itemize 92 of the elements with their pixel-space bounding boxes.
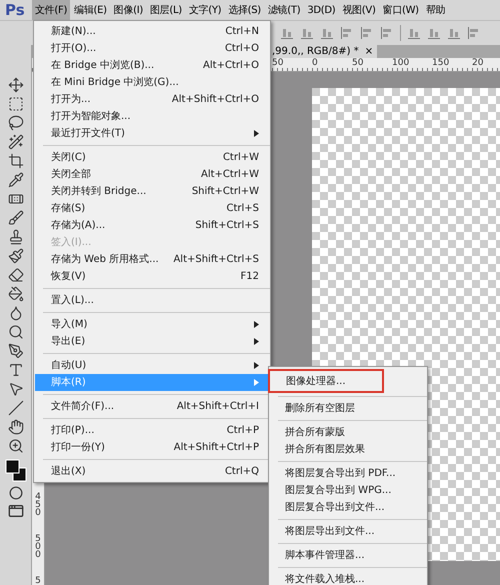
menu-item[interactable]: 在 Mini Bridge 中浏览(G)... bbox=[35, 74, 269, 91]
align-icon[interactable] bbox=[280, 26, 294, 40]
submenu-arrow-icon bbox=[254, 321, 259, 328]
pen-icon[interactable] bbox=[8, 343, 24, 359]
ruler-label: 5 bbox=[35, 577, 41, 585]
menu-title[interactable]: 图像(I) bbox=[110, 0, 146, 20]
align-icon[interactable] bbox=[360, 26, 374, 40]
menu-title[interactable]: 视图(V) bbox=[339, 0, 379, 20]
menu-item[interactable]: 文件简介(F)... Alt+Shift+Ctrl+I bbox=[35, 398, 269, 415]
menu-item[interactable]: 置入(L)... bbox=[35, 292, 269, 309]
close-button[interactable]: × bbox=[364, 44, 374, 59]
align-icon[interactable] bbox=[407, 26, 421, 40]
menu-title[interactable]: 选择(S) bbox=[225, 0, 264, 20]
menu-title[interactable]: 文件(F) bbox=[32, 0, 70, 20]
align-icon[interactable] bbox=[467, 26, 481, 40]
align-icon[interactable] bbox=[300, 26, 314, 40]
menu-item[interactable]: 打印一份(Y) Alt+Shift+Ctrl+P bbox=[35, 439, 269, 456]
dashed-square-icon[interactable] bbox=[8, 96, 24, 112]
ruler-label: 50 bbox=[272, 58, 284, 70]
menu-item[interactable]: 存储为 Web 所用格式... Alt+Shift+Ctrl+S bbox=[35, 251, 269, 268]
menu-item[interactable]: 图像处理器... bbox=[268, 369, 384, 393]
menu-item[interactable]: 自动(U) bbox=[35, 357, 269, 374]
submenu-arrow-icon bbox=[254, 379, 259, 386]
submenu-arrow-icon bbox=[254, 362, 259, 369]
menu-item[interactable]: 导出(E) bbox=[35, 333, 269, 350]
menu-item[interactable]: 打印(P)... Ctrl+P bbox=[35, 422, 269, 439]
ruler-label: 0 bbox=[312, 58, 319, 70]
menu-item[interactable]: 打开为... Alt+Shift+Ctrl+O bbox=[35, 91, 269, 108]
menu-item[interactable]: 关闭并转到 Bridge... Shift+Ctrl+W bbox=[35, 183, 269, 200]
document-title: ,99.0,, RGB/8#) * bbox=[272, 45, 359, 58]
brush-icon[interactable] bbox=[8, 210, 24, 226]
menu-item[interactable]: 在 Bridge 中浏览(B)... Alt+Ctrl+O bbox=[35, 57, 269, 74]
submenu-arrow-icon bbox=[254, 338, 259, 345]
type-icon[interactable] bbox=[8, 362, 24, 378]
menu-title[interactable]: 帮助 bbox=[422, 0, 448, 20]
ruler-label: 20 bbox=[472, 58, 484, 70]
menu-item[interactable]: 脚本事件管理器... bbox=[269, 547, 427, 564]
crop-icon[interactable] bbox=[8, 153, 24, 169]
menu-item[interactable]: 导入(M) bbox=[35, 316, 269, 333]
app-logo[interactable]: Ps bbox=[5, 0, 31, 22]
pointer-icon[interactable] bbox=[8, 381, 24, 397]
menu-item[interactable]: 关闭全部 Alt+Ctrl+W bbox=[35, 166, 269, 183]
menu-item[interactable]: 恢复(V) F12 bbox=[35, 268, 269, 285]
menu-title[interactable]: 文字(Y) bbox=[186, 0, 224, 20]
menu-title[interactable]: 图层(L) bbox=[146, 0, 185, 20]
ruler-label: 100 bbox=[392, 58, 410, 70]
menu-item[interactable]: 将图层复合导出到 PDF... bbox=[269, 465, 427, 482]
quick-mask-icon[interactable] bbox=[8, 486, 22, 500]
ruler-label: 50 bbox=[352, 58, 364, 70]
menu-title[interactable]: 窗口(W) bbox=[380, 0, 422, 20]
align-icon[interactable] bbox=[340, 26, 354, 40]
menu-item[interactable]: 存储为(A)... Shift+Ctrl+S bbox=[35, 217, 269, 234]
menu-item[interactable]: 图层复合导出到 WPG... bbox=[269, 482, 427, 499]
menu-item[interactable]: 将文件载入堆栈... bbox=[269, 571, 427, 585]
ruler-label: 500 bbox=[35, 535, 41, 559]
menu-item[interactable]: 最近打开文件(T) bbox=[35, 125, 269, 142]
menu-item[interactable]: 图层复合导出到文件... bbox=[269, 499, 427, 516]
ruler-label: 150 bbox=[432, 58, 450, 70]
line-icon[interactable] bbox=[8, 400, 24, 416]
menu-title[interactable]: 3D(D) bbox=[304, 0, 338, 20]
menu-item[interactable]: 删除所有空图层 bbox=[269, 400, 427, 417]
stamp-icon[interactable] bbox=[8, 229, 24, 245]
menu-item[interactable]: 关闭(C) Ctrl+W bbox=[35, 149, 269, 166]
lasso-icon[interactable] bbox=[8, 115, 24, 131]
magnifier-icon[interactable] bbox=[8, 324, 24, 340]
document-tab[interactable]: ,99.0,, RGB/8#) * × bbox=[268, 45, 378, 58]
menu-item[interactable]: 将图层导出到文件... bbox=[269, 523, 427, 540]
zoom-icon[interactable] bbox=[8, 438, 24, 454]
menu-item[interactable]: 打开(O)... Ctrl+O bbox=[35, 40, 269, 57]
menu-item[interactable]: 拼合所有蒙版 bbox=[269, 424, 427, 441]
ruler-label: 450 bbox=[35, 493, 41, 517]
align-icon[interactable] bbox=[427, 26, 441, 40]
move-icon[interactable] bbox=[8, 77, 24, 93]
menu-title[interactable]: 滤镜(T) bbox=[264, 0, 304, 20]
menu-item[interactable]: 打开为智能对象... bbox=[35, 108, 269, 125]
paintbrush-icon[interactable] bbox=[8, 248, 24, 264]
align-icon[interactable] bbox=[320, 26, 334, 40]
screen-mode-icon[interactable] bbox=[8, 503, 24, 519]
eraser-icon[interactable] bbox=[8, 267, 24, 283]
color-swatches-icon[interactable] bbox=[4, 457, 28, 483]
align-icon[interactable] bbox=[380, 26, 394, 40]
menu-item[interactable]: 存储(S) Ctrl+S bbox=[35, 200, 269, 217]
menu-title[interactable]: 编辑(E) bbox=[71, 0, 110, 20]
submenu-arrow-icon bbox=[254, 130, 259, 137]
menu-item[interactable]: 新建(N)... Ctrl+N bbox=[35, 23, 269, 40]
wand-icon[interactable] bbox=[8, 134, 24, 150]
menu-item[interactable]: 拼合所有图层效果 bbox=[269, 441, 427, 458]
bucket-icon[interactable] bbox=[8, 286, 24, 302]
pipette-icon[interactable] bbox=[8, 172, 24, 188]
menu-item[interactable]: 退出(X) Ctrl+Q bbox=[35, 463, 269, 480]
align-icon[interactable] bbox=[447, 26, 461, 40]
hand-icon[interactable] bbox=[8, 419, 24, 435]
